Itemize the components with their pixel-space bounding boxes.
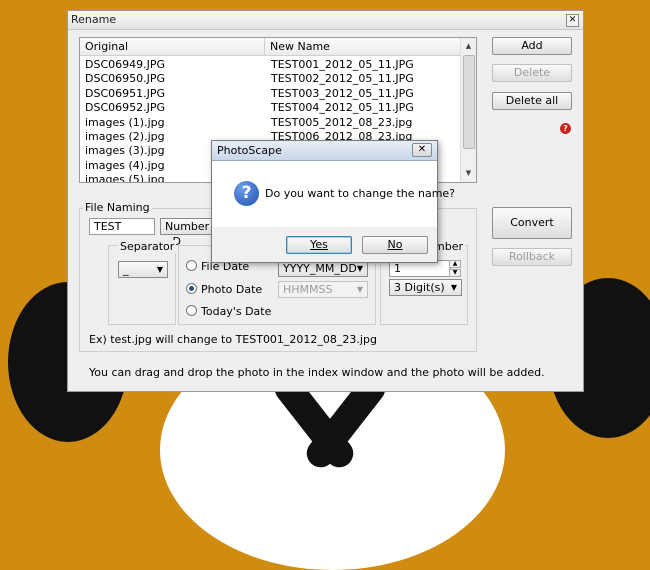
- naming-mode-combo[interactable]: Number - D: [160, 218, 212, 248]
- spin-up-icon[interactable]: ▲: [449, 260, 461, 268]
- column-header-original[interactable]: Original: [80, 38, 265, 56]
- original-filename: DSC06952.JPG: [85, 101, 166, 115]
- original-filename: DSC06949.JPG: [85, 58, 166, 71]
- add-button[interactable]: Add: [492, 37, 572, 55]
- original-filename: images (3).jpg: [85, 144, 165, 158]
- chevron-down-icon: ▼: [156, 265, 163, 274]
- question-icon: ?: [234, 181, 259, 206]
- list-item[interactable]: DSC06951.JPG TEST003_2012_05_11.JPG: [80, 87, 462, 101]
- confirm-dialog: PhotoScape ✕ ? Do you want to change the…: [211, 140, 455, 263]
- chevron-down-icon: ▼: [450, 283, 457, 292]
- spin-down-icon[interactable]: ▼: [449, 269, 461, 277]
- radio-todays-date[interactable]: Today's Date: [186, 305, 271, 318]
- window-title: Rename: [68, 11, 583, 30]
- separator-value: _: [123, 263, 129, 276]
- original-filename: images (2).jpg: [85, 129, 165, 143]
- new-filename: TEST003_2012_05_11.JPG: [271, 86, 414, 100]
- convert-button[interactable]: Convert: [492, 207, 572, 239]
- new-filename: TEST004_2012_05_11.JPG: [271, 101, 414, 115]
- file-naming-label: File Naming: [83, 201, 152, 214]
- separator-combo[interactable]: _ ▼: [118, 261, 168, 278]
- digits-value: 3 Digit(s): [394, 281, 445, 294]
- drag-drop-hint: You can drag and drop the photo in the i…: [89, 366, 545, 379]
- original-filename: images (5).jpg: [85, 173, 165, 183]
- yes-button[interactable]: Yes: [286, 236, 352, 254]
- close-icon[interactable]: ✕: [566, 14, 579, 27]
- new-filename: TEST001_2012_05_11.JPG: [271, 58, 414, 71]
- separator-group: [108, 245, 176, 325]
- new-filename: TEST005_2012_08_23.jpg: [271, 115, 413, 129]
- column-header-new-name[interactable]: New Name: [265, 38, 462, 56]
- close-icon[interactable]: ✕: [412, 143, 432, 157]
- digits-combo[interactable]: 3 Digit(s) ▼: [389, 279, 462, 296]
- date-format-value: YYYY_MM_DD: [283, 262, 357, 275]
- chevron-down-icon: ▼: [356, 285, 363, 294]
- scroll-up-icon[interactable]: ▲: [462, 39, 475, 54]
- rename-example: Ex) test.jpg will change to TEST001_2012…: [89, 333, 377, 346]
- time-format-combo: HHMMSS ▼: [278, 281, 368, 298]
- no-button[interactable]: No: [362, 236, 428, 254]
- new-filename: TEST002_2012_05_11.JPG: [271, 72, 414, 86]
- original-filename: DSC06951.JPG: [85, 86, 166, 100]
- separator-label: Separator: [118, 240, 177, 253]
- original-filename: DSC06950.JPG: [85, 72, 166, 86]
- chevron-down-icon: ▼: [356, 264, 363, 273]
- delete-all-button[interactable]: Delete all: [492, 92, 572, 110]
- dialog-body: ? Do you want to change the name?: [212, 161, 455, 227]
- scroll-down-icon[interactable]: ▼: [462, 166, 475, 181]
- rollback-button[interactable]: Rollback: [492, 248, 572, 266]
- list-item[interactable]: DSC06949.JPG TEST001_2012_05_11.JPG: [80, 58, 462, 72]
- dialog-title: PhotoScape: [212, 141, 437, 161]
- original-filename: images (1).jpg: [85, 115, 165, 129]
- dialog-message: Do you want to change the name?: [265, 187, 456, 200]
- name-input[interactable]: TEST: [89, 218, 155, 235]
- scroll-thumb[interactable]: [463, 55, 475, 149]
- radio-photo-date[interactable]: Photo Date: [186, 283, 262, 296]
- list-scrollbar[interactable]: ▲ ▼: [460, 38, 476, 182]
- help-icon[interactable]: ?: [560, 123, 571, 134]
- original-filename: images (4).jpg: [85, 158, 165, 172]
- time-format-value: HHMMSS: [283, 283, 333, 296]
- list-item[interactable]: images (1).jpg TEST005_2012_08_23.jpg: [80, 116, 462, 130]
- list-item[interactable]: DSC06952.JPG TEST004_2012_05_11.JPG: [80, 101, 462, 115]
- list-item[interactable]: DSC06950.JPG TEST002_2012_05_11.JPG: [80, 72, 462, 86]
- delete-button[interactable]: Delete: [492, 64, 572, 82]
